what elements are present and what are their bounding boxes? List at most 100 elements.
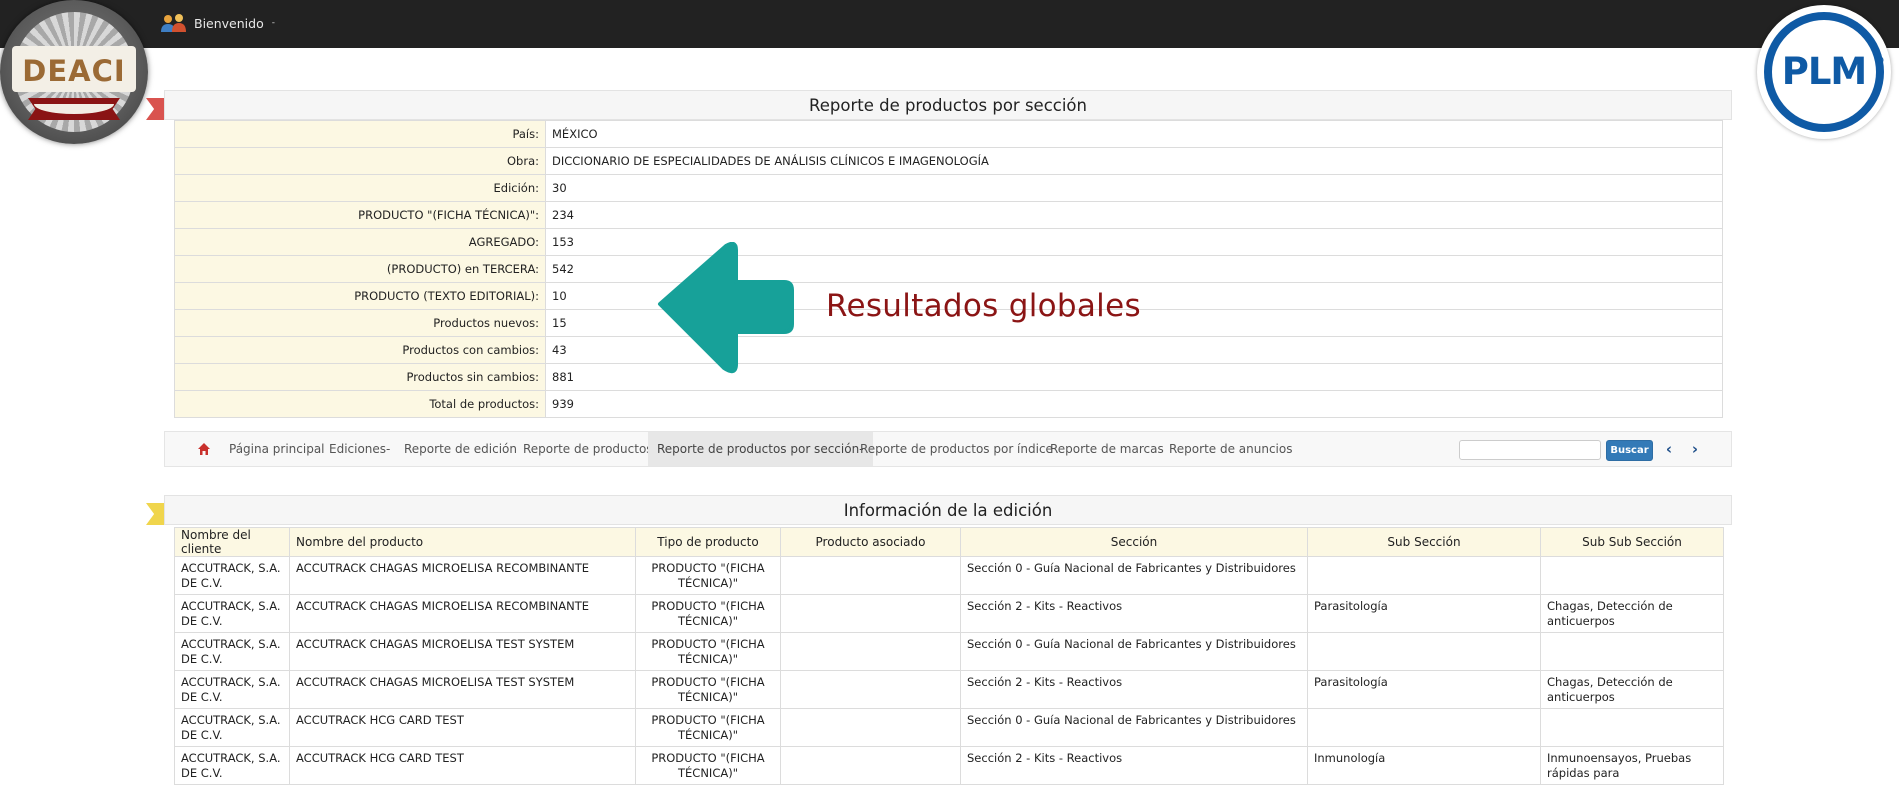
table-row: ACCUTRACK, S.A. DE C.V. ACCUTRACK CHAGAS … <box>174 670 1724 709</box>
table-row: ACCUTRACK, S.A. DE C.V. ACCUTRACK CHAGAS … <box>174 594 1724 633</box>
cell-tipo: PRODUCTO "(FICHA TÉCNICA)" <box>635 708 781 747</box>
summary-row: Productos con cambios: 43 <box>174 336 1723 364</box>
plm-logo-text: PLM <box>1781 50 1868 93</box>
summary-value: 234 <box>545 201 1723 229</box>
overlay-caption: Resultados globales <box>826 288 1141 324</box>
cell-producto: ACCUTRACK CHAGAS MICROELISA RECOMBINANTE <box>289 556 636 595</box>
cell-subsubseccion: Chagas, Detección de anticuerpos <box>1540 594 1724 633</box>
cell-cliente: ACCUTRACK, S.A. DE C.V. <box>174 594 290 633</box>
nav-reporte-anuncios[interactable]: Reporte de anuncios <box>1169 432 1293 466</box>
cell-subseccion <box>1307 708 1541 747</box>
top-navbar: Bienvenido - <box>0 0 1899 48</box>
summary-label: PRODUCTO (TEXTO EDITORIAL): <box>174 282 546 310</box>
search-input[interactable] <box>1459 440 1601 460</box>
cell-cliente: ACCUTRACK, S.A. DE C.V. <box>174 670 290 709</box>
cell-seccion: Sección 0 - Guía Nacional de Fabricantes… <box>960 632 1308 671</box>
welcome-caret: - <box>271 18 275 28</box>
search-button[interactable]: Buscar <box>1606 440 1653 461</box>
nav-label: Ediciones <box>329 442 387 456</box>
cell-producto: ACCUTRACK CHAGAS MICROELISA RECOMBINANTE <box>289 594 636 633</box>
summary-row: Productos sin cambios: 881 <box>174 363 1723 391</box>
nav-label: Reporte de productos por sección <box>657 442 860 456</box>
cell-tipo: PRODUCTO "(FICHA TÉCNICA)" <box>635 670 781 709</box>
summary-label: Obra: <box>174 147 546 175</box>
cell-subseccion: Inmunología <box>1307 746 1541 785</box>
nav-reporte-productos[interactable]: Reporte de productos <box>523 432 653 466</box>
plm-registered-mark: ® <box>1874 54 1885 67</box>
summary-label: AGREGADO: <box>174 228 546 256</box>
users-icon <box>160 13 188 33</box>
report-navbar: Página principal Ediciones- Reporte de e… <box>164 431 1732 467</box>
nav-reporte-productos-seccion-dropdown[interactable]: Reporte de productos por sección- <box>648 432 873 466</box>
nav-label: Reporte de anuncios <box>1169 442 1293 456</box>
cell-asociado <box>780 708 961 747</box>
summary-table: País: MÉXICO Obra: DICCIONARIO DE ESPECIALI… <box>174 120 1723 418</box>
cell-seccion: Sección 0 - Guía Nacional de Fabricantes… <box>960 556 1308 595</box>
col-header-producto[interactable]: Nombre del producto <box>289 527 636 557</box>
summary-row: PRODUCTO "(FICHA TÉCNICA)": 234 <box>174 201 1723 229</box>
table-row: ACCUTRACK, S.A. DE C.V. ACCUTRACK CHAGAS … <box>174 632 1724 671</box>
cell-subseccion: Parasitología <box>1307 594 1541 633</box>
cell-subsubseccion <box>1540 556 1724 595</box>
nav-label: Reporte de edición <box>404 442 518 456</box>
nav-reporte-edicion[interactable]: Reporte de edición <box>404 432 517 466</box>
cell-subseccion: Parasitología <box>1307 670 1541 709</box>
nav-reporte-productos-indice[interactable]: Reporte de productos por índice <box>860 432 1053 466</box>
nav-reporte-marcas[interactable]: Reporte de marcas <box>1050 432 1164 466</box>
cell-cliente: ACCUTRACK, S.A. DE C.V. <box>174 746 290 785</box>
summary-label: PRODUCTO "(FICHA TÉCNICA)": <box>174 201 546 229</box>
col-header-seccion[interactable]: Sección <box>960 527 1308 557</box>
cell-seccion: Sección 2 - Kits - Reactivos <box>960 670 1308 709</box>
yellow-bookmark-flag <box>146 503 164 525</box>
summary-label: (PRODUCTO) en TERCERA: <box>174 255 546 283</box>
cell-producto: ACCUTRACK HCG CARD TEST <box>289 708 636 747</box>
summary-row: (PRODUCTO) en TERCERA: 542 <box>174 255 1723 283</box>
plm-logo: PLM ® <box>1752 0 1899 144</box>
cell-seccion: Sección 2 - Kits - Reactivos <box>960 594 1308 633</box>
cell-subsubseccion <box>1540 708 1724 747</box>
col-header-asociado[interactable]: Producto asociado <box>780 527 961 557</box>
cell-asociado <box>780 556 961 595</box>
col-header-subsubseccion[interactable]: Sub Sub Sección <box>1540 527 1724 557</box>
summary-panel-title: Reporte de productos por sección <box>164 90 1732 120</box>
nav-label: Reporte de productos <box>523 442 653 456</box>
cell-cliente: ACCUTRACK, S.A. DE C.V. <box>174 708 290 747</box>
cell-tipo: PRODUCTO "(FICHA TÉCNICA)" <box>635 594 781 633</box>
summary-value: MÉXICO <box>545 120 1723 148</box>
cell-subsubseccion <box>1540 632 1724 671</box>
nav-label: Página principal <box>229 442 325 456</box>
cell-producto: ACCUTRACK CHAGAS MICROELISA TEST SYSTEM <box>289 670 636 709</box>
welcome-menu[interactable]: Bienvenido - <box>160 13 275 33</box>
dropdown-caret: - <box>386 442 391 456</box>
home-icon[interactable] <box>197 442 211 456</box>
cell-seccion: Sección 0 - Guía Nacional de Fabricantes… <box>960 708 1308 747</box>
summary-label: Productos sin cambios: <box>174 363 546 391</box>
chevron-right-icon[interactable]: › <box>1688 441 1702 457</box>
summary-row: País: MÉXICO <box>174 120 1723 148</box>
summary-value: 30 <box>545 174 1723 202</box>
cell-asociado <box>780 670 961 709</box>
col-header-tipo[interactable]: Tipo de producto <box>635 527 781 557</box>
cell-subsubseccion: Chagas, Detección de anticuerpos <box>1540 670 1724 709</box>
cell-seccion: Sección 2 - Kits - Reactivos <box>960 746 1308 785</box>
col-header-subseccion[interactable]: Sub Sección <box>1307 527 1541 557</box>
cell-subseccion <box>1307 556 1541 595</box>
nav-label: Reporte de productos por índice <box>860 442 1053 456</box>
cell-subsubseccion: Inmunoensayos, Pruebas rápidas para <box>1540 746 1724 785</box>
cell-asociado <box>780 594 961 633</box>
nav-pagina-principal[interactable]: Página principal <box>229 432 325 466</box>
col-header-cliente[interactable]: Nombre del cliente <box>174 527 290 557</box>
summary-row: Obra: DICCIONARIO DE ESPECIALIDADES DE AN… <box>174 147 1723 175</box>
summary-label: Productos nuevos: <box>174 309 546 337</box>
nav-ediciones-dropdown[interactable]: Ediciones- <box>329 432 390 466</box>
summary-value: 939 <box>545 390 1723 418</box>
cell-asociado <box>780 632 961 671</box>
cell-asociado <box>780 746 961 785</box>
summary-row: Total de productos: 939 <box>174 390 1723 418</box>
edition-table: Nombre del cliente Nombre del producto T… <box>174 527 1724 785</box>
table-row: ACCUTRACK, S.A. DE C.V. ACCUTRACK HCG CAR… <box>174 746 1724 785</box>
summary-value: DICCIONARIO DE ESPECIALIDADES DE ANÁLISI… <box>545 147 1723 175</box>
table-row: ACCUTRACK, S.A. DE C.V. ACCUTRACK CHAGAS … <box>174 556 1724 595</box>
chevron-left-icon[interactable]: ‹ <box>1662 441 1676 457</box>
edition-table-header: Nombre del cliente Nombre del producto T… <box>174 527 1724 557</box>
